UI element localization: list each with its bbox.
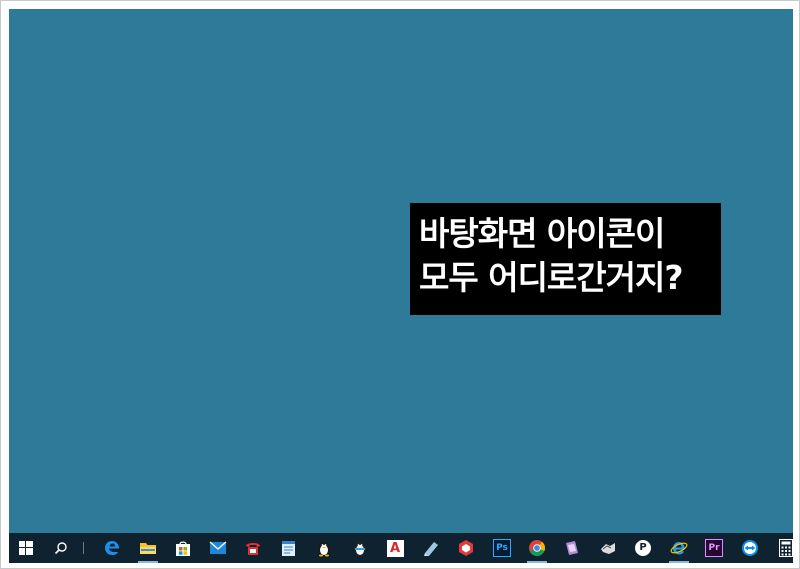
red-phone-taskbar-button[interactable] bbox=[238, 533, 268, 563]
windows-logo-icon bbox=[19, 541, 33, 555]
calculator-taskbar-button[interactable] bbox=[771, 533, 800, 563]
caption-line-1: 바탕화면 아이콘이 bbox=[419, 214, 665, 253]
penguin-icon-2 bbox=[354, 542, 366, 556]
premiere-icon: Pr bbox=[705, 539, 723, 557]
sketchup-taskbar-button[interactable] bbox=[451, 533, 481, 563]
caption-line-2: 모두 어디로간거지? bbox=[419, 258, 684, 297]
calculator-icon bbox=[779, 539, 793, 557]
folder-icon bbox=[140, 543, 156, 554]
start-button[interactable] bbox=[11, 533, 41, 563]
hands-app-taskbar-button[interactable] bbox=[593, 533, 623, 563]
mail-icon bbox=[209, 541, 227, 554]
internet-explorer-taskbar-button[interactable] bbox=[664, 533, 694, 563]
photoshop-icon: Ps bbox=[493, 539, 511, 557]
edge-browser-icon bbox=[105, 541, 119, 555]
store-taskbar-button[interactable] bbox=[168, 533, 198, 563]
chrome-taskbar-button[interactable] bbox=[522, 533, 552, 563]
chrome-icon bbox=[529, 540, 545, 556]
search-button[interactable] bbox=[46, 533, 76, 563]
edge-taskbar-button[interactable] bbox=[97, 533, 127, 563]
desktop[interactable]: 바탕화면 아이콘이 모두 어디로간거지? bbox=[9, 9, 793, 533]
mail-taskbar-button[interactable] bbox=[203, 533, 233, 563]
purple-app-icon bbox=[566, 541, 578, 555]
search-icon bbox=[54, 542, 67, 555]
active-indicator bbox=[669, 561, 689, 563]
sketchup-icon bbox=[459, 540, 473, 556]
teamviewer-icon bbox=[742, 540, 758, 556]
internet-explorer-icon bbox=[670, 542, 688, 555]
active-indicator bbox=[527, 561, 547, 563]
autocad-taskbar-button[interactable]: A bbox=[380, 533, 410, 563]
file-explorer-taskbar-button[interactable] bbox=[133, 533, 163, 563]
penguin-2-taskbar-button[interactable] bbox=[345, 533, 375, 563]
p-app-taskbar-button[interactable]: P bbox=[628, 533, 658, 563]
teamviewer-taskbar-button[interactable] bbox=[735, 533, 765, 563]
purple-app-taskbar-button[interactable] bbox=[557, 533, 587, 563]
hands-icon bbox=[601, 543, 615, 554]
drawing-app-taskbar-button[interactable] bbox=[416, 533, 446, 563]
penguin-icon bbox=[318, 542, 330, 557]
task-view-divider bbox=[83, 542, 84, 554]
store-bag-icon bbox=[176, 541, 190, 556]
red-phone-icon bbox=[246, 543, 260, 555]
penguin-taskbar-button[interactable] bbox=[309, 533, 339, 563]
notepad-taskbar-button[interactable] bbox=[274, 533, 304, 563]
autocad-icon: A bbox=[386, 539, 404, 557]
p-circle-icon: P bbox=[635, 540, 651, 556]
active-indicator bbox=[138, 561, 158, 563]
premiere-taskbar-button[interactable]: Pr bbox=[699, 533, 729, 563]
caption-overlay: 바탕화면 아이콘이 모두 어디로간거지? bbox=[410, 203, 721, 315]
photoshop-taskbar-button[interactable]: Ps bbox=[487, 533, 517, 563]
screenshot-frame: 바탕화면 아이콘이 모두 어디로간거지? A Ps P Pr bbox=[0, 0, 800, 569]
notepad-icon bbox=[282, 541, 295, 556]
taskbar: A Ps P Pr bbox=[9, 533, 793, 563]
drawing-tablet-icon bbox=[424, 542, 438, 556]
